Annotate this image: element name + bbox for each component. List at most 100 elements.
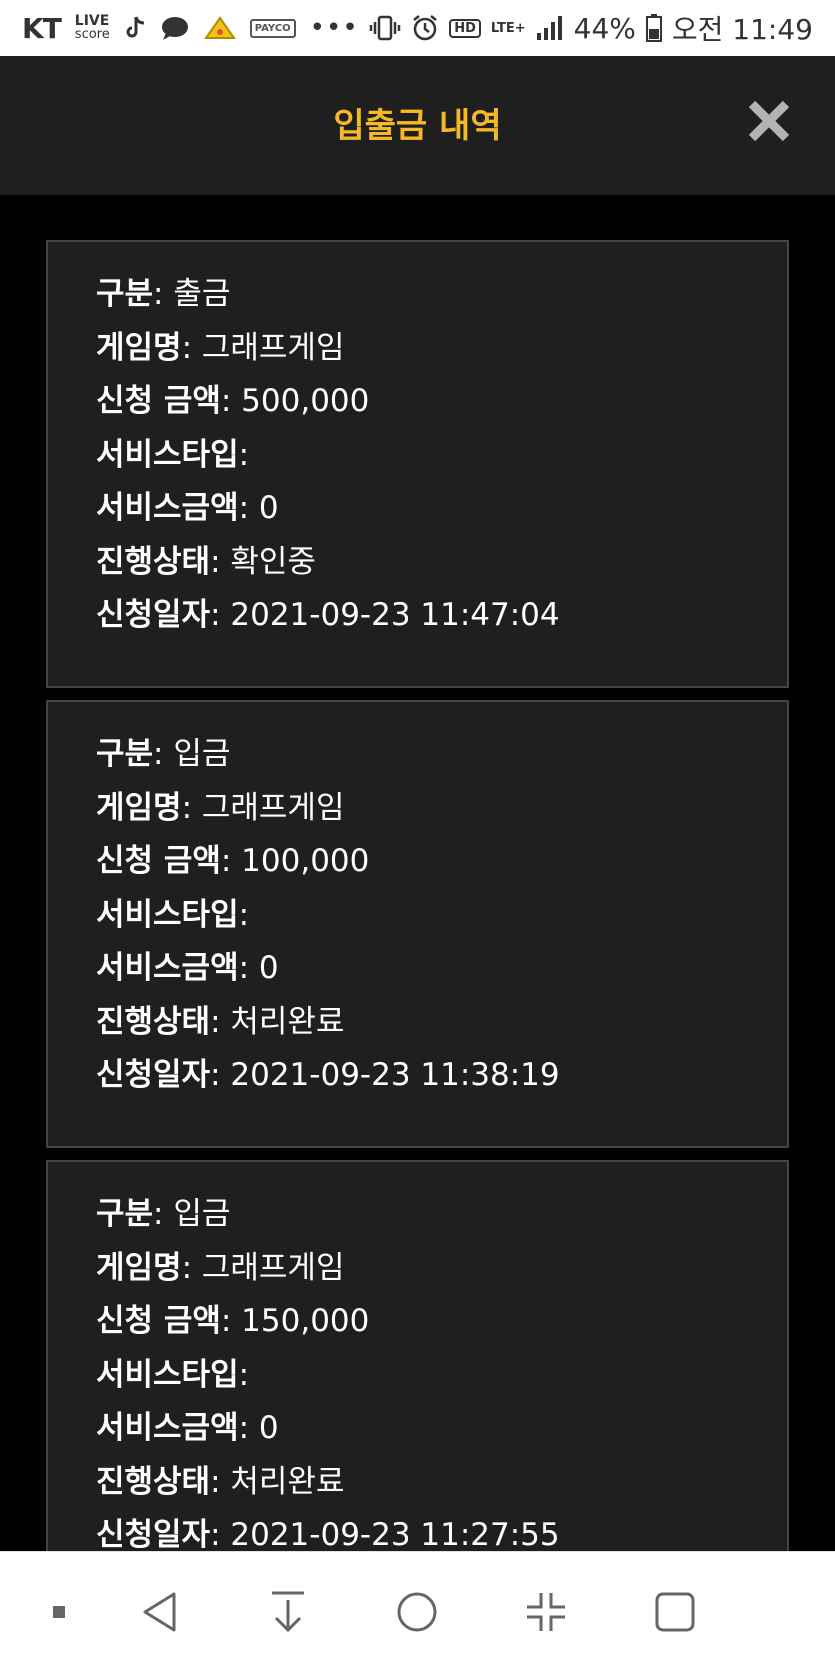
game-label: 게임명 bbox=[96, 329, 182, 366]
row-type: 구분: 입금 bbox=[96, 1188, 787, 1242]
amount-value: : 500,000 bbox=[220, 383, 370, 419]
status-label: 진행상태 bbox=[96, 543, 211, 580]
arrow-down-icon bbox=[272, 1591, 304, 1633]
row-type: 구분: 출금 bbox=[96, 268, 787, 322]
more-notifications-icon: ••• bbox=[309, 13, 359, 43]
chat-bubble-icon bbox=[160, 15, 190, 41]
date-label: 신청일자 bbox=[96, 597, 211, 633]
row-status: 진행상태: 처리완료 bbox=[96, 1456, 787, 1510]
hide-nav-button[interactable] bbox=[258, 1582, 318, 1642]
amount-label: 신청 금액 bbox=[96, 383, 221, 419]
signal-icon bbox=[536, 15, 564, 41]
amount-label: 신청 금액 bbox=[96, 1303, 221, 1339]
row-amount: 신청 금액: 150,000 bbox=[96, 1295, 787, 1349]
service-amount-label: 서비스금액 bbox=[96, 1410, 239, 1446]
row-type: 구분: 입금 bbox=[96, 728, 787, 782]
date-value: : 2021-09-23 11:27:55 bbox=[210, 1517, 560, 1553]
hd-voice-icon: HD bbox=[449, 18, 481, 38]
date-label: 신청일자 bbox=[96, 1517, 211, 1553]
recents-button[interactable] bbox=[645, 1582, 705, 1642]
type-label: 구분 bbox=[96, 276, 154, 312]
service-amount-value: : 0 bbox=[238, 1410, 279, 1446]
type-value: : 입금 bbox=[153, 736, 231, 772]
nav-dot-button[interactable] bbox=[29, 1582, 89, 1642]
service-type-label: 서비스타입 bbox=[96, 436, 239, 473]
row-status: 진행상태: 처리완료 bbox=[96, 996, 787, 1050]
amount-label: 신청 금액 bbox=[96, 843, 221, 879]
compress-icon bbox=[527, 1593, 565, 1631]
battery-percent: 44% bbox=[573, 11, 636, 45]
back-triangle-icon bbox=[143, 1592, 176, 1632]
game-label: 게임명 bbox=[96, 789, 182, 826]
status-label: 진행상태 bbox=[96, 1463, 211, 1500]
status-value: : 처리완료 bbox=[210, 1463, 345, 1500]
close-icon bbox=[748, 100, 790, 142]
service-type-label: 서비스타입 bbox=[96, 1356, 239, 1393]
vibrate-icon bbox=[369, 15, 401, 41]
row-service-amount: 서비스금액: 0 bbox=[96, 942, 787, 996]
transaction-list: 구분: 출금 게임명: 그래프게임 신청 금액: 500,000 서비스타입: … bbox=[46, 240, 789, 1620]
type-value: : 출금 bbox=[153, 276, 231, 312]
row-game: 게임명: 그래프게임 bbox=[96, 322, 787, 376]
row-service-amount: 서비스금액: 0 bbox=[96, 482, 787, 536]
service-type-value: : bbox=[238, 896, 250, 933]
livescore-bottom-text: score bbox=[74, 27, 110, 42]
row-amount: 신청 금액: 100,000 bbox=[96, 835, 787, 889]
row-date: 신청일자: 2021-09-23 11:47:04 bbox=[96, 589, 787, 643]
row-status: 진행상태: 확인중 bbox=[96, 536, 787, 590]
modal-header: 입출금 내역 bbox=[0, 56, 835, 195]
row-date: 신청일자: 2021-09-23 11:38:19 bbox=[96, 1049, 787, 1103]
lotto-icon bbox=[203, 15, 236, 41]
navigation-bar bbox=[0, 1551, 835, 1671]
service-type-value: : bbox=[238, 436, 250, 473]
transaction-card: 구분: 출금 게임명: 그래프게임 신청 금액: 500,000 서비스타입 : … bbox=[46, 240, 789, 688]
date-value: : 2021-09-23 11:38:19 bbox=[210, 1057, 560, 1093]
livescore-icon: LIVE score bbox=[74, 14, 110, 42]
game-label: 게임명 bbox=[96, 1249, 182, 1286]
date-value: : 2021-09-23 11:47:04 bbox=[210, 597, 560, 633]
service-amount-value: : 0 bbox=[238, 490, 279, 526]
screen-compress-button[interactable] bbox=[516, 1582, 576, 1642]
page-title: 입출금 내역 bbox=[333, 106, 502, 146]
service-amount-label: 서비스금액 bbox=[96, 950, 239, 986]
back-button[interactable] bbox=[130, 1582, 190, 1642]
service-amount-value: : 0 bbox=[238, 950, 279, 986]
type-value: : 입금 bbox=[153, 1196, 231, 1232]
service-amount-label: 서비스금액 bbox=[96, 490, 239, 526]
transaction-card: 구분: 입금 게임명: 그래프게임 신청 금액: 100,000 서비스타입 : … bbox=[46, 700, 789, 1148]
carrier-label: KT bbox=[22, 11, 62, 45]
amount-value: : 100,000 bbox=[220, 843, 370, 879]
row-game: 게임명: 그래프게임 bbox=[96, 782, 787, 836]
row-service-type: 서비스타입: bbox=[96, 429, 787, 483]
tiktok-icon bbox=[124, 15, 146, 41]
clock: 오전 11:49 bbox=[671, 13, 813, 46]
home-circle-icon bbox=[397, 1592, 437, 1632]
battery-icon bbox=[645, 14, 662, 42]
row-service-amount: 서비스금액: 0 bbox=[96, 1402, 787, 1456]
alarm-icon bbox=[411, 14, 439, 42]
status-bar: KT LIVE score PAYCO ••• HD LTE+ 44% 오전 1… bbox=[0, 0, 835, 56]
row-service-type: 서비스타입: bbox=[96, 1349, 787, 1403]
home-button[interactable] bbox=[387, 1582, 447, 1642]
amount-value: : 150,000 bbox=[220, 1303, 370, 1339]
row-amount: 신청 금액: 500,000 bbox=[96, 375, 787, 429]
service-type-value: : bbox=[238, 1356, 250, 1393]
status-value: : 처리완료 bbox=[210, 1003, 345, 1040]
dot-icon bbox=[53, 1606, 65, 1618]
game-value: : 그래프게임 bbox=[181, 1249, 345, 1286]
recents-square-icon bbox=[655, 1592, 695, 1632]
payco-icon: PAYCO bbox=[249, 18, 296, 38]
row-game: 게임명: 그래프게임 bbox=[96, 1242, 787, 1296]
type-label: 구분 bbox=[96, 736, 154, 772]
game-value: : 그래프게임 bbox=[181, 789, 345, 826]
close-button[interactable] bbox=[746, 98, 792, 144]
game-value: : 그래프게임 bbox=[181, 329, 345, 366]
status-label: 진행상태 bbox=[96, 1003, 211, 1040]
lte-icon: LTE+ bbox=[490, 20, 526, 36]
type-label: 구분 bbox=[96, 1196, 154, 1232]
transaction-card: 구분: 입금 게임명: 그래프게임 신청 금액: 150,000 서비스타입 : … bbox=[46, 1160, 789, 1608]
date-label: 신청일자 bbox=[96, 1057, 211, 1093]
service-type-label: 서비스타입 bbox=[96, 896, 239, 933]
status-value: : 확인중 bbox=[210, 543, 316, 580]
row-service-type: 서비스타입: bbox=[96, 889, 787, 943]
